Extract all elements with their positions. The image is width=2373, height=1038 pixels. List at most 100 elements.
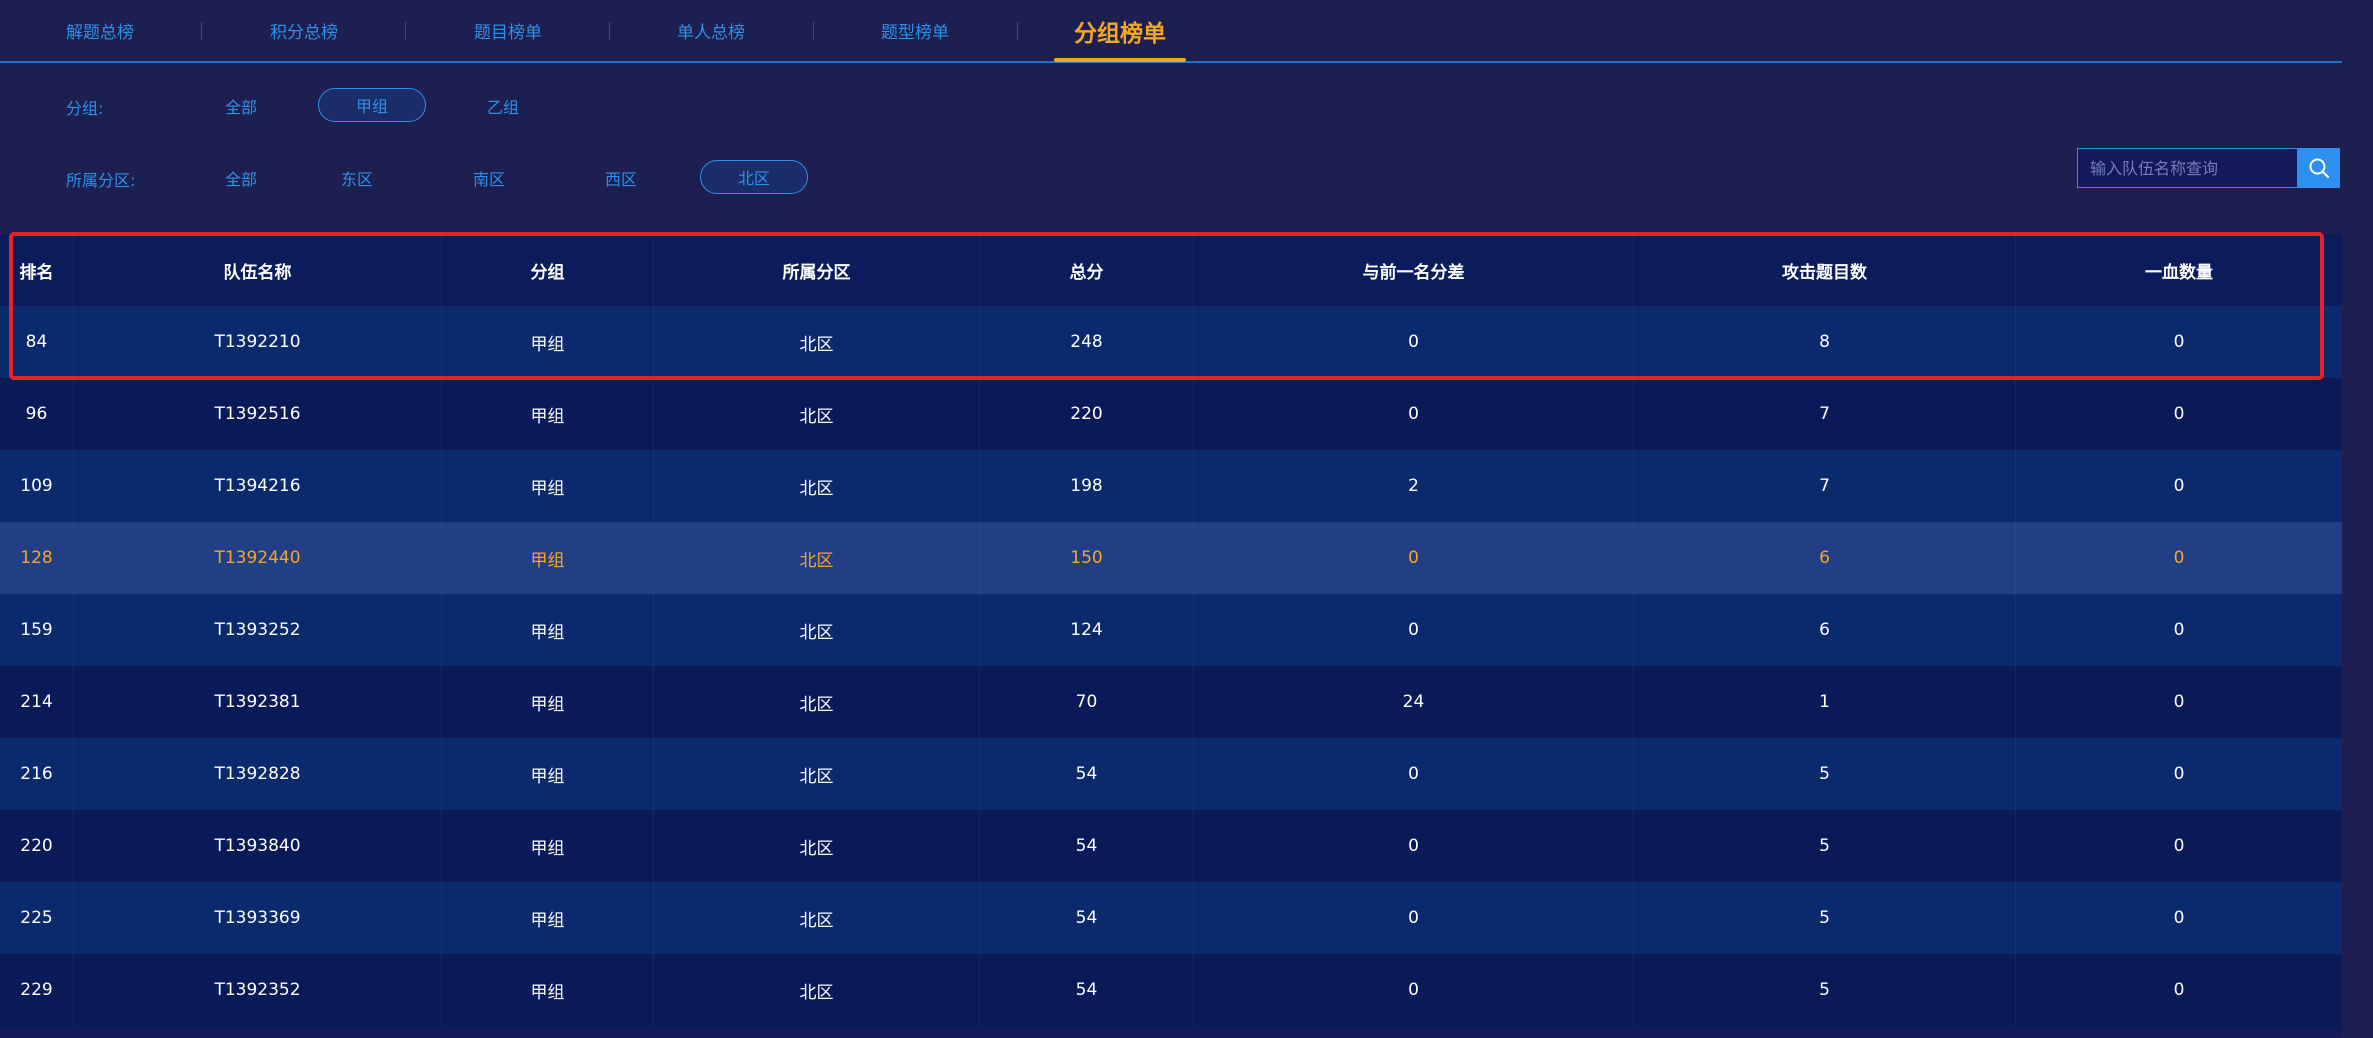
- cell-score-gap: 0: [1194, 882, 1634, 954]
- table-row[interactable]: 109 T1394216 甲组 北区 198 2 7 0: [0, 450, 2342, 522]
- group-filter-label: 分组:: [66, 99, 104, 118]
- tab-group-ranking[interactable]: 分组榜单: [1054, 0, 1186, 62]
- cell-score-gap: 0: [1194, 522, 1634, 594]
- cell-total-score: 54: [980, 738, 1194, 810]
- cell-rank: 214: [0, 666, 74, 738]
- cell-first-blood-count: 0: [2173, 908, 2185, 928]
- cell-score-gap: 2: [1194, 450, 1634, 522]
- cell-score-gap: 0: [1194, 810, 1634, 882]
- table-row[interactable]: 84 T1392210 甲组 北区 248 0 8 0: [0, 306, 2342, 378]
- table-footer: [0, 1026, 2342, 1038]
- search-icon: [2308, 157, 2330, 179]
- tab-points-ranking[interactable]: 积分总榜: [232, 0, 376, 61]
- cell-rank: 159: [0, 594, 74, 666]
- header-region[interactable]: 所属分区: [654, 234, 980, 306]
- table-row[interactable]: 128 T1392440 甲组 北区 150 0 6 0: [0, 522, 2342, 594]
- cell-first-blood-count: 0: [2173, 836, 2185, 856]
- region-option-north-selected[interactable]: 北区: [700, 160, 808, 194]
- table-row[interactable]: 216 T1392828 甲组 北区 54 0 5 0: [0, 738, 2342, 810]
- tab-challenge-ranking[interactable]: 题目榜单: [436, 0, 580, 61]
- cell-region: 北区: [654, 306, 980, 378]
- cell-score-gap: 0: [1194, 378, 1634, 450]
- tab-separator: [813, 22, 814, 40]
- table-row[interactable]: 159 T1393252 甲组 北区 124 0 6 0: [0, 594, 2342, 666]
- cell-first-blood-count: 0: [2173, 620, 2185, 640]
- tab-solve-ranking[interactable]: 解题总榜: [28, 0, 172, 61]
- cell-first-blood-count: 0: [2173, 980, 2185, 1000]
- cell-rank: 96: [0, 378, 74, 450]
- cell-first-blood-count: 0: [2173, 548, 2185, 568]
- cell-attacked-count: 5: [1634, 810, 2016, 882]
- cell-group: 甲组: [442, 306, 654, 378]
- cell-team-name: T1392828: [74, 738, 442, 810]
- cell-group: 甲组: [442, 666, 654, 738]
- cell-first-blood-count: 0: [2173, 404, 2185, 424]
- table-row[interactable]: 96 T1392516 甲组 北区 220 0 7 0: [0, 378, 2342, 450]
- region-option-south[interactable]: 南区: [456, 161, 522, 195]
- header-group[interactable]: 分组: [442, 234, 654, 306]
- tab-separator: [405, 22, 406, 40]
- table-row[interactable]: 214 T1392381 甲组 北区 70 24 1 0: [0, 666, 2342, 738]
- table-row[interactable]: 220 T1393840 甲组 北区 54 0 5 0: [0, 810, 2342, 882]
- tab-bar: 解题总榜 积分总榜 题目榜单 单人总榜 题型榜单 分组榜单: [0, 0, 2342, 63]
- cell-region: 北区: [654, 522, 980, 594]
- cell-group: 甲组: [442, 522, 654, 594]
- table-body: 84 T1392210 甲组 北区 248 0 8 0 96 T1392516 甲组 北区 220 0 7 0…: [0, 306, 2342, 1026]
- cell-region: 北区: [654, 954, 980, 1026]
- cell-attacked-count: 6: [1634, 594, 2016, 666]
- header-team-name[interactable]: 队伍名称: [74, 234, 442, 306]
- table-header-row: 排名 队伍名称 分组 所属分区 总分 与前一名分差 攻击题目数 一血数量: [0, 234, 2342, 306]
- cell-team-name: T1393252: [74, 594, 442, 666]
- cell-attacked-count: 5: [1634, 882, 2016, 954]
- cell-region: 北区: [654, 882, 980, 954]
- header-attacked-count[interactable]: 攻击题目数: [1634, 234, 2016, 306]
- cell-total-score: 54: [980, 882, 1194, 954]
- cell-team-name: T1393840: [74, 810, 442, 882]
- cell-team-name: T1392210: [74, 306, 442, 378]
- header-score-gap[interactable]: 与前一名分差: [1194, 234, 1634, 306]
- cell-rank: 220: [0, 810, 74, 882]
- cell-group: 甲组: [442, 594, 654, 666]
- header-first-blood-count[interactable]: 一血数量: [2016, 234, 2342, 306]
- cell-attacked-count: 5: [1634, 954, 2016, 1026]
- region-filter-label: 所属分区:: [66, 171, 136, 190]
- cell-region: 北区: [654, 450, 980, 522]
- cell-rank: 225: [0, 882, 74, 954]
- team-search-input[interactable]: [2077, 148, 2298, 188]
- group-option-b[interactable]: 乙组: [470, 89, 536, 123]
- cell-first-blood-count: 0: [2173, 332, 2185, 352]
- header-total-score[interactable]: 总分: [980, 234, 1194, 306]
- cell-rank: 216: [0, 738, 74, 810]
- cell-region: 北区: [654, 738, 980, 810]
- header-rank[interactable]: 排名: [0, 234, 74, 306]
- cell-region: 北区: [654, 378, 980, 450]
- table-row[interactable]: 229 T1392352 甲组 北区 54 0 5 0: [0, 954, 2342, 1026]
- cell-total-score: 248: [980, 306, 1194, 378]
- tab-individual-ranking[interactable]: 单人总榜: [639, 0, 783, 61]
- cell-total-score: 198: [980, 450, 1194, 522]
- cell-total-score: 124: [980, 594, 1194, 666]
- region-option-east[interactable]: 东区: [324, 161, 390, 195]
- cell-team-name: T1392440: [74, 522, 442, 594]
- search-button[interactable]: [2298, 148, 2340, 188]
- region-option-all[interactable]: 全部: [208, 161, 274, 195]
- cell-score-gap: 0: [1194, 954, 1634, 1026]
- cell-total-score: 54: [980, 954, 1194, 1026]
- cell-region: 北区: [654, 666, 980, 738]
- cell-total-score: 54: [980, 810, 1194, 882]
- tab-category-ranking[interactable]: 题型榜单: [843, 0, 987, 61]
- right-gutter: [2342, 0, 2373, 1038]
- cell-score-gap: 24: [1194, 666, 1634, 738]
- cell-team-name: T1392381: [74, 666, 442, 738]
- group-option-all[interactable]: 全部: [208, 89, 274, 123]
- region-option-west[interactable]: 西区: [588, 161, 654, 195]
- cell-first-blood-count: 0: [2173, 692, 2185, 712]
- cell-attacked-count: 1: [1634, 666, 2016, 738]
- leaderboard-page: 解题总榜 积分总榜 题目榜单 单人总榜 题型榜单 分组榜单 分组: 全部 甲组 …: [0, 0, 2373, 1038]
- table-row[interactable]: 225 T1393369 甲组 北区 54 0 5 0: [0, 882, 2342, 954]
- group-option-a-selected[interactable]: 甲组: [318, 88, 426, 122]
- cell-total-score: 70: [980, 666, 1194, 738]
- cell-group: 甲组: [442, 810, 654, 882]
- cell-group: 甲组: [442, 882, 654, 954]
- tab-separator: [201, 22, 202, 40]
